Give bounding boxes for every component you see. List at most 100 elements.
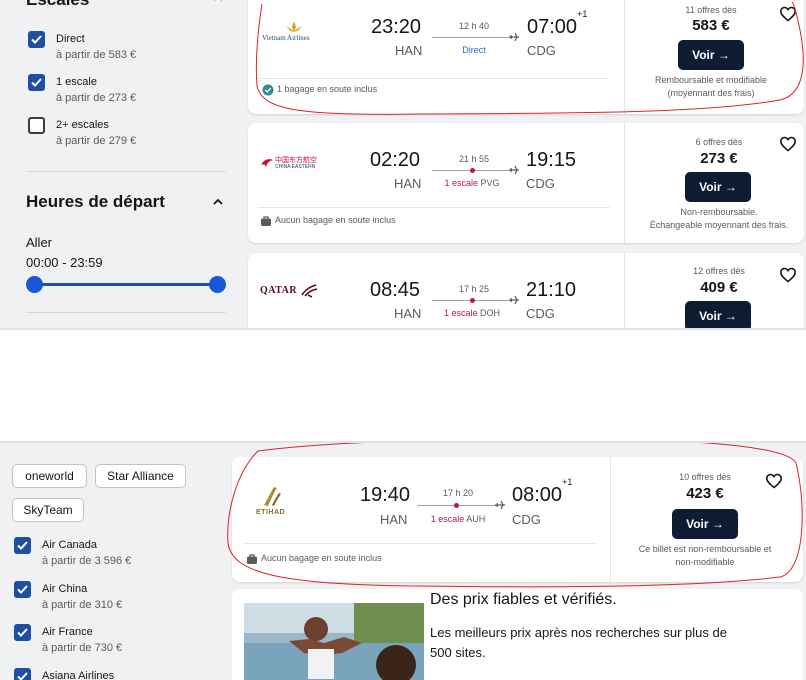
flight-duration: 12 h 40 bbox=[458, 21, 490, 31]
stop-airport: AUH bbox=[466, 514, 486, 524]
flight-duration: 17 h 20 bbox=[442, 488, 474, 498]
filter-sidebar: Escales Direct à partir de 583 € 1 escal… bbox=[0, 0, 236, 328]
checkbox-one-stop[interactable] bbox=[28, 74, 45, 91]
promo-text: Les meilleurs prix après nos recherches … bbox=[430, 625, 727, 660]
view-deal-button[interactable]: Voir → bbox=[685, 172, 751, 202]
qatar-airways-logo: QATAR bbox=[260, 283, 326, 303]
plane-icon bbox=[495, 500, 505, 510]
flight-card-vietnam-airlines[interactable]: Vietnam Airlines 23:20 HAN 12 h 40 Direc… bbox=[248, 0, 804, 114]
stop-airport: DOH bbox=[480, 308, 501, 318]
arrival-time-value: 19:15 bbox=[526, 149, 577, 171]
check-icon bbox=[17, 541, 28, 550]
alliance-chip-oneworld[interactable]: oneworld bbox=[12, 464, 87, 488]
route-line bbox=[432, 37, 512, 38]
airline-label: Asiana Airlines bbox=[42, 670, 115, 680]
baggage-text: 1 bagage en soute inclus bbox=[277, 84, 378, 94]
card-vertical-separator bbox=[624, 0, 625, 114]
stop-marker bbox=[470, 298, 475, 303]
offers-count: 10 offres dès bbox=[679, 472, 731, 482]
check-icon bbox=[31, 35, 42, 44]
card-vertical-separator bbox=[624, 123, 625, 243]
airline-label: Air Canada bbox=[42, 539, 98, 551]
departure-airport: HAN bbox=[394, 176, 422, 191]
card-separator bbox=[258, 78, 608, 79]
bag-icon bbox=[247, 554, 257, 564]
alliance-chip-star-alliance[interactable]: Star Alliance bbox=[95, 464, 186, 488]
view-deal-button[interactable]: Voir → bbox=[685, 301, 751, 328]
airline-price: à partir de 3 596 € bbox=[42, 555, 132, 567]
arrival-time-value: 07:00 bbox=[527, 16, 578, 38]
plane-icon bbox=[509, 165, 519, 175]
departure-slider-max-handle[interactable] bbox=[209, 276, 226, 293]
stop-price: à partir de 583 € bbox=[56, 49, 137, 61]
arrival-airport: CDG bbox=[526, 176, 555, 191]
logo-text: Vietnam Airlines bbox=[262, 34, 310, 42]
check-icon bbox=[17, 585, 28, 594]
departure-airport: HAN bbox=[380, 512, 408, 527]
checkbox-air-china[interactable] bbox=[14, 581, 31, 598]
flight-card-china-eastern[interactable]: 中国东方航空 CHINA EASTERN 02:20 HAN 21 h 55 1… bbox=[248, 123, 804, 243]
flight-card-qatar-airways[interactable]: QATAR 08:45 HAN 17 h 25 1 escale DOH 21:… bbox=[248, 253, 804, 328]
fare-condition-line: non-modifiable bbox=[675, 557, 735, 567]
heart-icon[interactable] bbox=[779, 5, 797, 23]
stop-marker bbox=[470, 168, 475, 173]
heart-icon[interactable] bbox=[765, 472, 783, 490]
stop-label: 1 escale bbox=[56, 76, 97, 88]
stop-airport: PVG bbox=[480, 178, 500, 188]
arrival-time: 08:00+1 bbox=[512, 477, 572, 507]
arrival-time: 19:15 bbox=[526, 149, 576, 172]
departure-times-title: Heures de départ bbox=[26, 192, 165, 211]
chevron-up-icon[interactable] bbox=[212, 0, 224, 4]
baggage-text: Aucun bagage en soute inclus bbox=[275, 215, 396, 225]
checkbox-air-france[interactable] bbox=[14, 624, 31, 641]
view-deal-button[interactable]: Voir → bbox=[672, 509, 738, 539]
china-eastern-logo: 中国东方航空 CHINA EASTERN bbox=[260, 155, 326, 175]
departure-time: 19:40 bbox=[360, 484, 411, 506]
fare-condition-line: Non-remboursable. bbox=[680, 207, 758, 217]
flight-duration: 17 h 25 bbox=[458, 284, 490, 294]
blank-gap bbox=[0, 328, 806, 443]
vietnam-airlines-logo: Vietnam Airlines bbox=[262, 20, 326, 44]
stop-label: Direct bbox=[56, 33, 85, 45]
divider bbox=[0, 328, 806, 330]
promo-photo bbox=[244, 603, 424, 680]
checkbox-two-plus[interactable] bbox=[28, 117, 45, 134]
departure-slider-min-handle[interactable] bbox=[26, 276, 43, 293]
alliance-chip-skyteam[interactable]: SkyTeam bbox=[12, 498, 84, 522]
day-offset: +1 bbox=[562, 477, 573, 488]
logo-text: ETIHAD bbox=[256, 509, 286, 516]
departure-slider-track[interactable] bbox=[34, 283, 218, 286]
check-circle-icon bbox=[262, 84, 274, 96]
checkbox-asiana-airlines[interactable] bbox=[14, 668, 31, 680]
price: 273 € bbox=[700, 150, 738, 167]
heart-icon[interactable] bbox=[779, 266, 797, 284]
chevron-up-icon[interactable] bbox=[212, 196, 224, 208]
lotus-icon bbox=[286, 21, 302, 32]
airline-label: Air China bbox=[42, 583, 88, 595]
fare-condition-line: Ce billet est non-remboursable et bbox=[638, 544, 772, 554]
etihad-logo: ETIHAD bbox=[252, 485, 292, 519]
baggage-text: Aucun bagage en soute inclus bbox=[261, 553, 382, 563]
departure-airport: HAN bbox=[395, 43, 423, 58]
bag-icon bbox=[261, 216, 271, 226]
arrival-time: 07:00+1 bbox=[527, 9, 587, 39]
flight-duration: 21 h 55 bbox=[458, 154, 490, 164]
stops-text: Direct bbox=[462, 45, 486, 55]
divider bbox=[26, 312, 226, 313]
checkbox-air-canada[interactable] bbox=[14, 537, 31, 554]
arrival-airport: CDG bbox=[527, 43, 556, 58]
stops-text: 1 escale bbox=[444, 178, 478, 188]
flight-card-etihad[interactable]: ETIHAD 19:40 HAN 17 h 20 1 escale AUH 08… bbox=[232, 457, 803, 582]
promo-title: Des prix fiables et vérifiés. bbox=[430, 591, 617, 608]
outbound-label: Aller bbox=[26, 235, 53, 250]
plane-icon bbox=[509, 295, 519, 305]
day-offset: +1 bbox=[577, 9, 588, 20]
departure-time: 08:45 bbox=[370, 279, 421, 301]
price: 423 € bbox=[686, 485, 724, 502]
heart-icon[interactable] bbox=[779, 135, 797, 153]
airline-price: à partir de 730 € bbox=[42, 642, 123, 654]
view-deal-button[interactable]: Voir → bbox=[678, 40, 744, 70]
checkbox-direct[interactable] bbox=[28, 31, 45, 48]
price: 583 € bbox=[692, 17, 730, 34]
fare-conditions: Non-remboursable. Échangeable moyennant … bbox=[634, 206, 804, 232]
